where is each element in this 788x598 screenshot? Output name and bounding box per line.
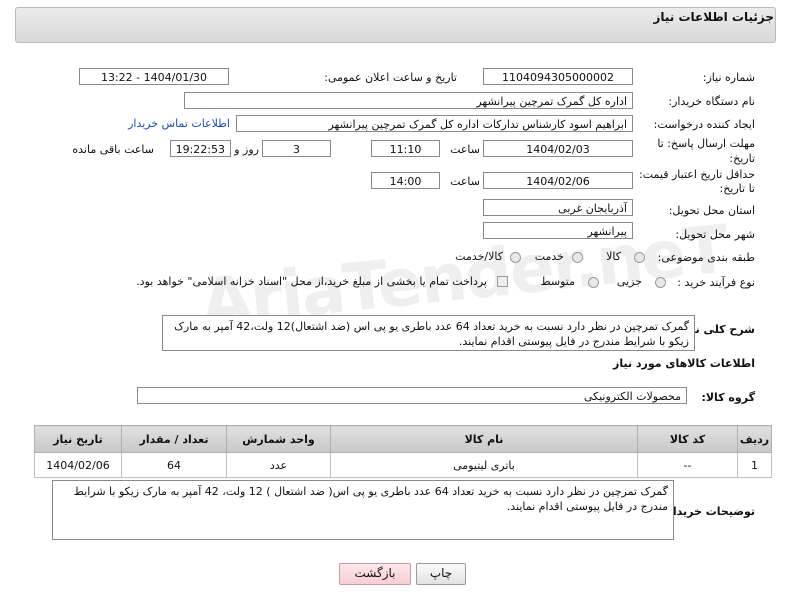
payment-note: پرداخت تمام یا بخشی از مبلغ خرید،از محل … [136,275,487,288]
goods-group-label: گروه کالا: [701,391,755,404]
deadline-label: مهلت ارسال پاسخ: تا [657,137,755,150]
print-button[interactable]: چاپ [416,563,466,585]
page-title: جزئیات اطلاعات نیاز [653,10,774,24]
category-radio-goods-service[interactable] [510,252,521,263]
province-field: آذربایجان غربی [483,199,633,216]
cell-unit: عدد [226,452,331,478]
deadline-time-field: 11:10 [371,140,440,157]
city-label: شهر محل تحویل: [675,228,755,241]
need-number-field: 1104094305000002 [483,68,633,85]
goods-group-field: محصولات الکترونیکی [137,387,687,404]
back-button[interactable]: بازگشت [339,563,411,585]
validity-time-field: 14:00 [371,172,440,189]
announce-label: تاریخ و ساعت اعلان عمومی: [324,71,457,84]
goods-table-header: ردیف کد کالا نام کالا واحد شمارش تعداد /… [34,425,772,453]
cell-code: -- [637,452,738,478]
buyer-notes-textarea: گمرک تمرچین در نظر دارد نسبت به خرید تعد… [52,480,674,540]
col-row: ردیف [737,425,772,453]
validity-label: حداقل تاریخ اعتبار قیمت: [639,168,755,181]
category-radio-goods[interactable] [634,252,645,263]
days-field: 3 [262,140,331,157]
process-option-medium: متوسط [540,275,575,288]
validity-date-field: 1404/02/06 [483,172,633,189]
goods-table: ردیف کد کالا نام کالا واحد شمارش تعداد /… [34,425,772,478]
cell-qty: 64 [121,452,227,478]
creator-field: ابراهیم اسود کارشناس تدارکات اداره کل گم… [236,115,633,132]
process-label: نوع فرآیند خرید : [677,276,755,289]
deadline-label-date: تاریخ: [729,152,755,165]
buyer-org-field: اداره کل گمرک تمرچین پیرانشهر [184,92,633,109]
category-option-service: خدمت [534,250,564,263]
days-label: روز و [234,143,259,156]
need-number-label: شماره نیاز: [702,71,755,84]
creator-label: ایجاد کننده درخواست: [653,118,755,131]
buyer-notes-label: توضیحات خریدار: [662,505,755,518]
col-qty: تعداد / مقدار [121,425,227,453]
process-option-minor: جزیی [616,275,642,288]
col-name: نام کالا [330,425,638,453]
table-row: 1 -- باتری لیتیومی عدد 64 1404/02/06 [34,452,772,478]
col-unit: واحد شمارش [226,425,331,453]
remaining-time-field: 19:22:53 [170,140,231,157]
remaining-label: ساعت باقی مانده [72,143,154,156]
treasury-checkbox[interactable] [497,276,508,287]
cell-date: 1404/02/06 [34,452,122,478]
deadline-hour-label: ساعت [450,143,480,156]
process-radio-medium[interactable] [588,277,599,288]
cell-name: باتری لیتیومی [330,452,638,478]
category-option-goods-service: کالا/خدمت [455,250,503,263]
cell-row: 1 [737,452,772,478]
city-field: پیرانشهر [483,222,633,239]
validity-label-date: تا تاریخ: [719,182,755,195]
category-label: طبقه بندی موضوعی: [657,251,755,264]
goods-section-title: اطلاعات کالاهای مورد نیاز [613,357,755,370]
buyer-contact-link[interactable]: اطلاعات تماس خریدار [128,117,230,130]
category-option-goods: کالا [606,250,621,263]
category-radio-service[interactable] [572,252,583,263]
col-date: تاریخ نیاز [34,425,122,453]
validity-hour-label: ساعت [450,175,480,188]
summary-textarea: گمرک تمرچین در نظر دارد نسبت به خرید تعد… [162,315,695,351]
col-code: کد کالا [637,425,738,453]
buyer-org-label: نام دستگاه خریدار: [668,95,755,108]
announce-field: 1404/01/30 - 13:22 [79,68,229,85]
process-radio-minor[interactable] [655,277,666,288]
deadline-date-field: 1404/02/03 [483,140,633,157]
province-label: استان محل تحویل: [668,204,755,217]
